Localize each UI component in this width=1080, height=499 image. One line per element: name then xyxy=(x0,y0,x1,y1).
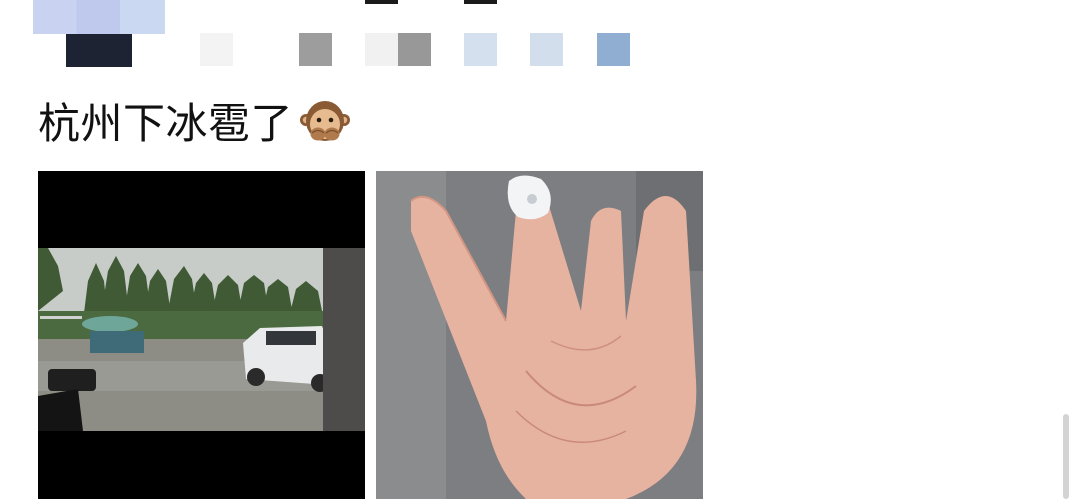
pixelated-block xyxy=(365,33,398,66)
pixelated-avatar xyxy=(33,0,165,34)
hailstone-in-hand-photo xyxy=(376,171,703,499)
pixelated-block xyxy=(464,0,497,4)
pixelated-block xyxy=(398,33,431,66)
post-text-content: 杭州下冰雹了 xyxy=(38,99,294,148)
rainy-yard-photo xyxy=(38,171,365,499)
pixelated-block xyxy=(365,0,398,4)
pixelated-block xyxy=(200,33,233,66)
post-photo-1[interactable] xyxy=(38,171,365,499)
pixelated-block xyxy=(464,33,497,66)
moments-post: 杭州下冰雹了 xyxy=(0,0,1080,499)
post-text: 杭州下冰雹了 xyxy=(38,96,351,152)
see-no-evil-monkey-icon xyxy=(300,101,351,141)
post-photo-2[interactable] xyxy=(376,171,703,499)
pixelated-block xyxy=(530,33,563,66)
pixelated-block xyxy=(597,33,630,66)
scrollbar[interactable] xyxy=(1063,414,1069,499)
pixelated-block xyxy=(299,33,332,66)
pixelated-username xyxy=(66,34,132,67)
